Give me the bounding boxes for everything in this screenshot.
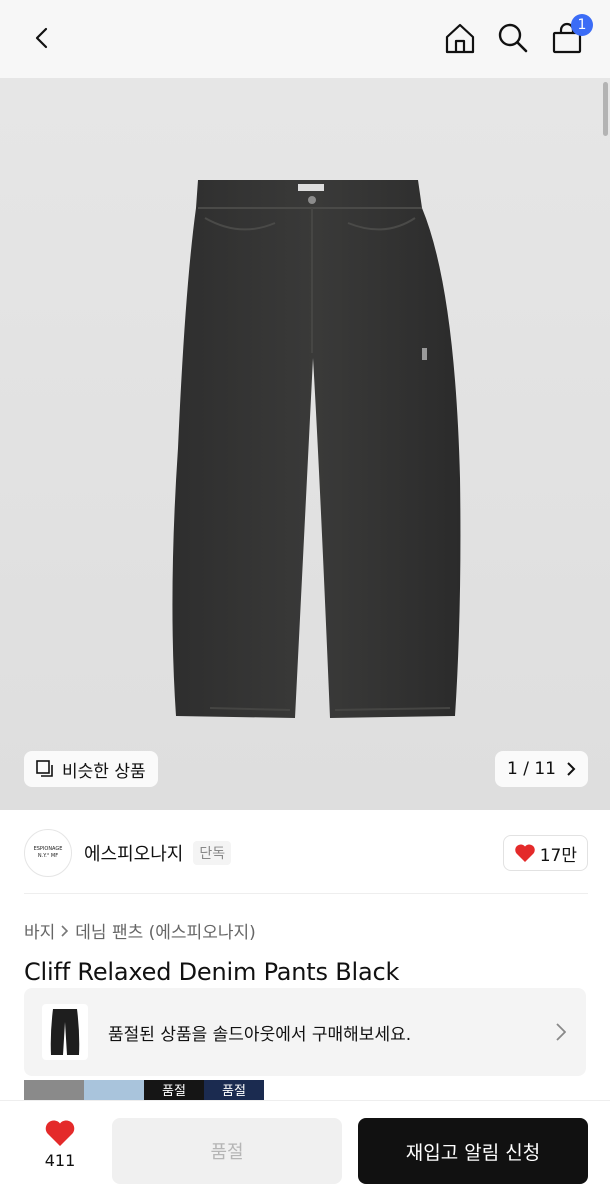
similar-products-button[interactable]: 비슷한 상품: [24, 751, 158, 787]
cart-count-badge: 1: [571, 14, 593, 36]
product-image-carousel[interactable]: 비슷한 상품 1 / 11: [0, 78, 610, 810]
brand-logo[interactable]: ESPIONAGE N.Y.° MF: [24, 829, 72, 877]
soldout-market-banner[interactable]: 품절된 상품을 솔드아웃에서 구매해보세요.: [24, 988, 586, 1076]
top-nav-bar: 1: [0, 0, 610, 78]
heart-icon: [45, 1120, 75, 1146]
wishlist-button[interactable]: 411: [30, 1119, 90, 1170]
banner-product-thumbnail: [42, 1004, 88, 1060]
restock-alert-button[interactable]: 재입고 알림 신청: [358, 1118, 588, 1184]
breadcrumb-item-pants[interactable]: 바지: [24, 918, 55, 943]
chevron-right-icon: [61, 924, 69, 937]
soldout-banner-text: 품절된 상품을 솔드아웃에서 구매해보세요.: [108, 1024, 412, 1045]
home-button[interactable]: [438, 16, 482, 60]
bottom-action-bar: 411 품절 재입고 알림 신청: [0, 1100, 610, 1200]
breadcrumb-item-denim[interactable]: 데님 팬츠 (에스피오나지): [75, 918, 255, 943]
exclusive-tag: 단독: [193, 841, 232, 865]
brand-like-button[interactable]: 17만: [502, 835, 588, 871]
chevron-right-icon: [556, 1023, 566, 1041]
heart-icon: [514, 844, 535, 862]
similar-products-label: 비슷한 상품: [62, 761, 146, 782]
image-pager[interactable]: 1 / 11: [495, 751, 588, 787]
search-icon: [498, 23, 528, 53]
product-title: Cliff Relaxed Denim Pants Black: [24, 958, 400, 986]
search-button[interactable]: [491, 16, 535, 60]
scrollbar-thumb[interactable]: [603, 82, 608, 136]
brand-like-count: 17만: [539, 845, 577, 866]
product-image: [172, 180, 461, 718]
cart-button[interactable]: 1: [545, 14, 593, 60]
copy-icon: [36, 760, 53, 777]
brand-name[interactable]: 에스피오나지: [84, 840, 183, 866]
back-icon: [35, 27, 48, 49]
wishlist-count: 411: [44, 1151, 76, 1170]
divider: [24, 893, 588, 894]
brand-row: ESPIONAGE N.Y.° MF 에스피오나지 단독 17만: [24, 826, 588, 880]
home-icon: [445, 23, 475, 54]
brand-logo-line2: N.Y.° MF: [37, 853, 59, 859]
breadcrumb: 바지 데님 팬츠 (에스피오나지): [24, 918, 256, 943]
brand-logo-line1: ESPIONAGE: [33, 846, 63, 852]
back-button[interactable]: [20, 16, 64, 60]
pager-count: 1 / 11: [507, 759, 556, 779]
chevron-right-icon: [567, 762, 576, 776]
soldout-button: 품절: [112, 1118, 342, 1184]
